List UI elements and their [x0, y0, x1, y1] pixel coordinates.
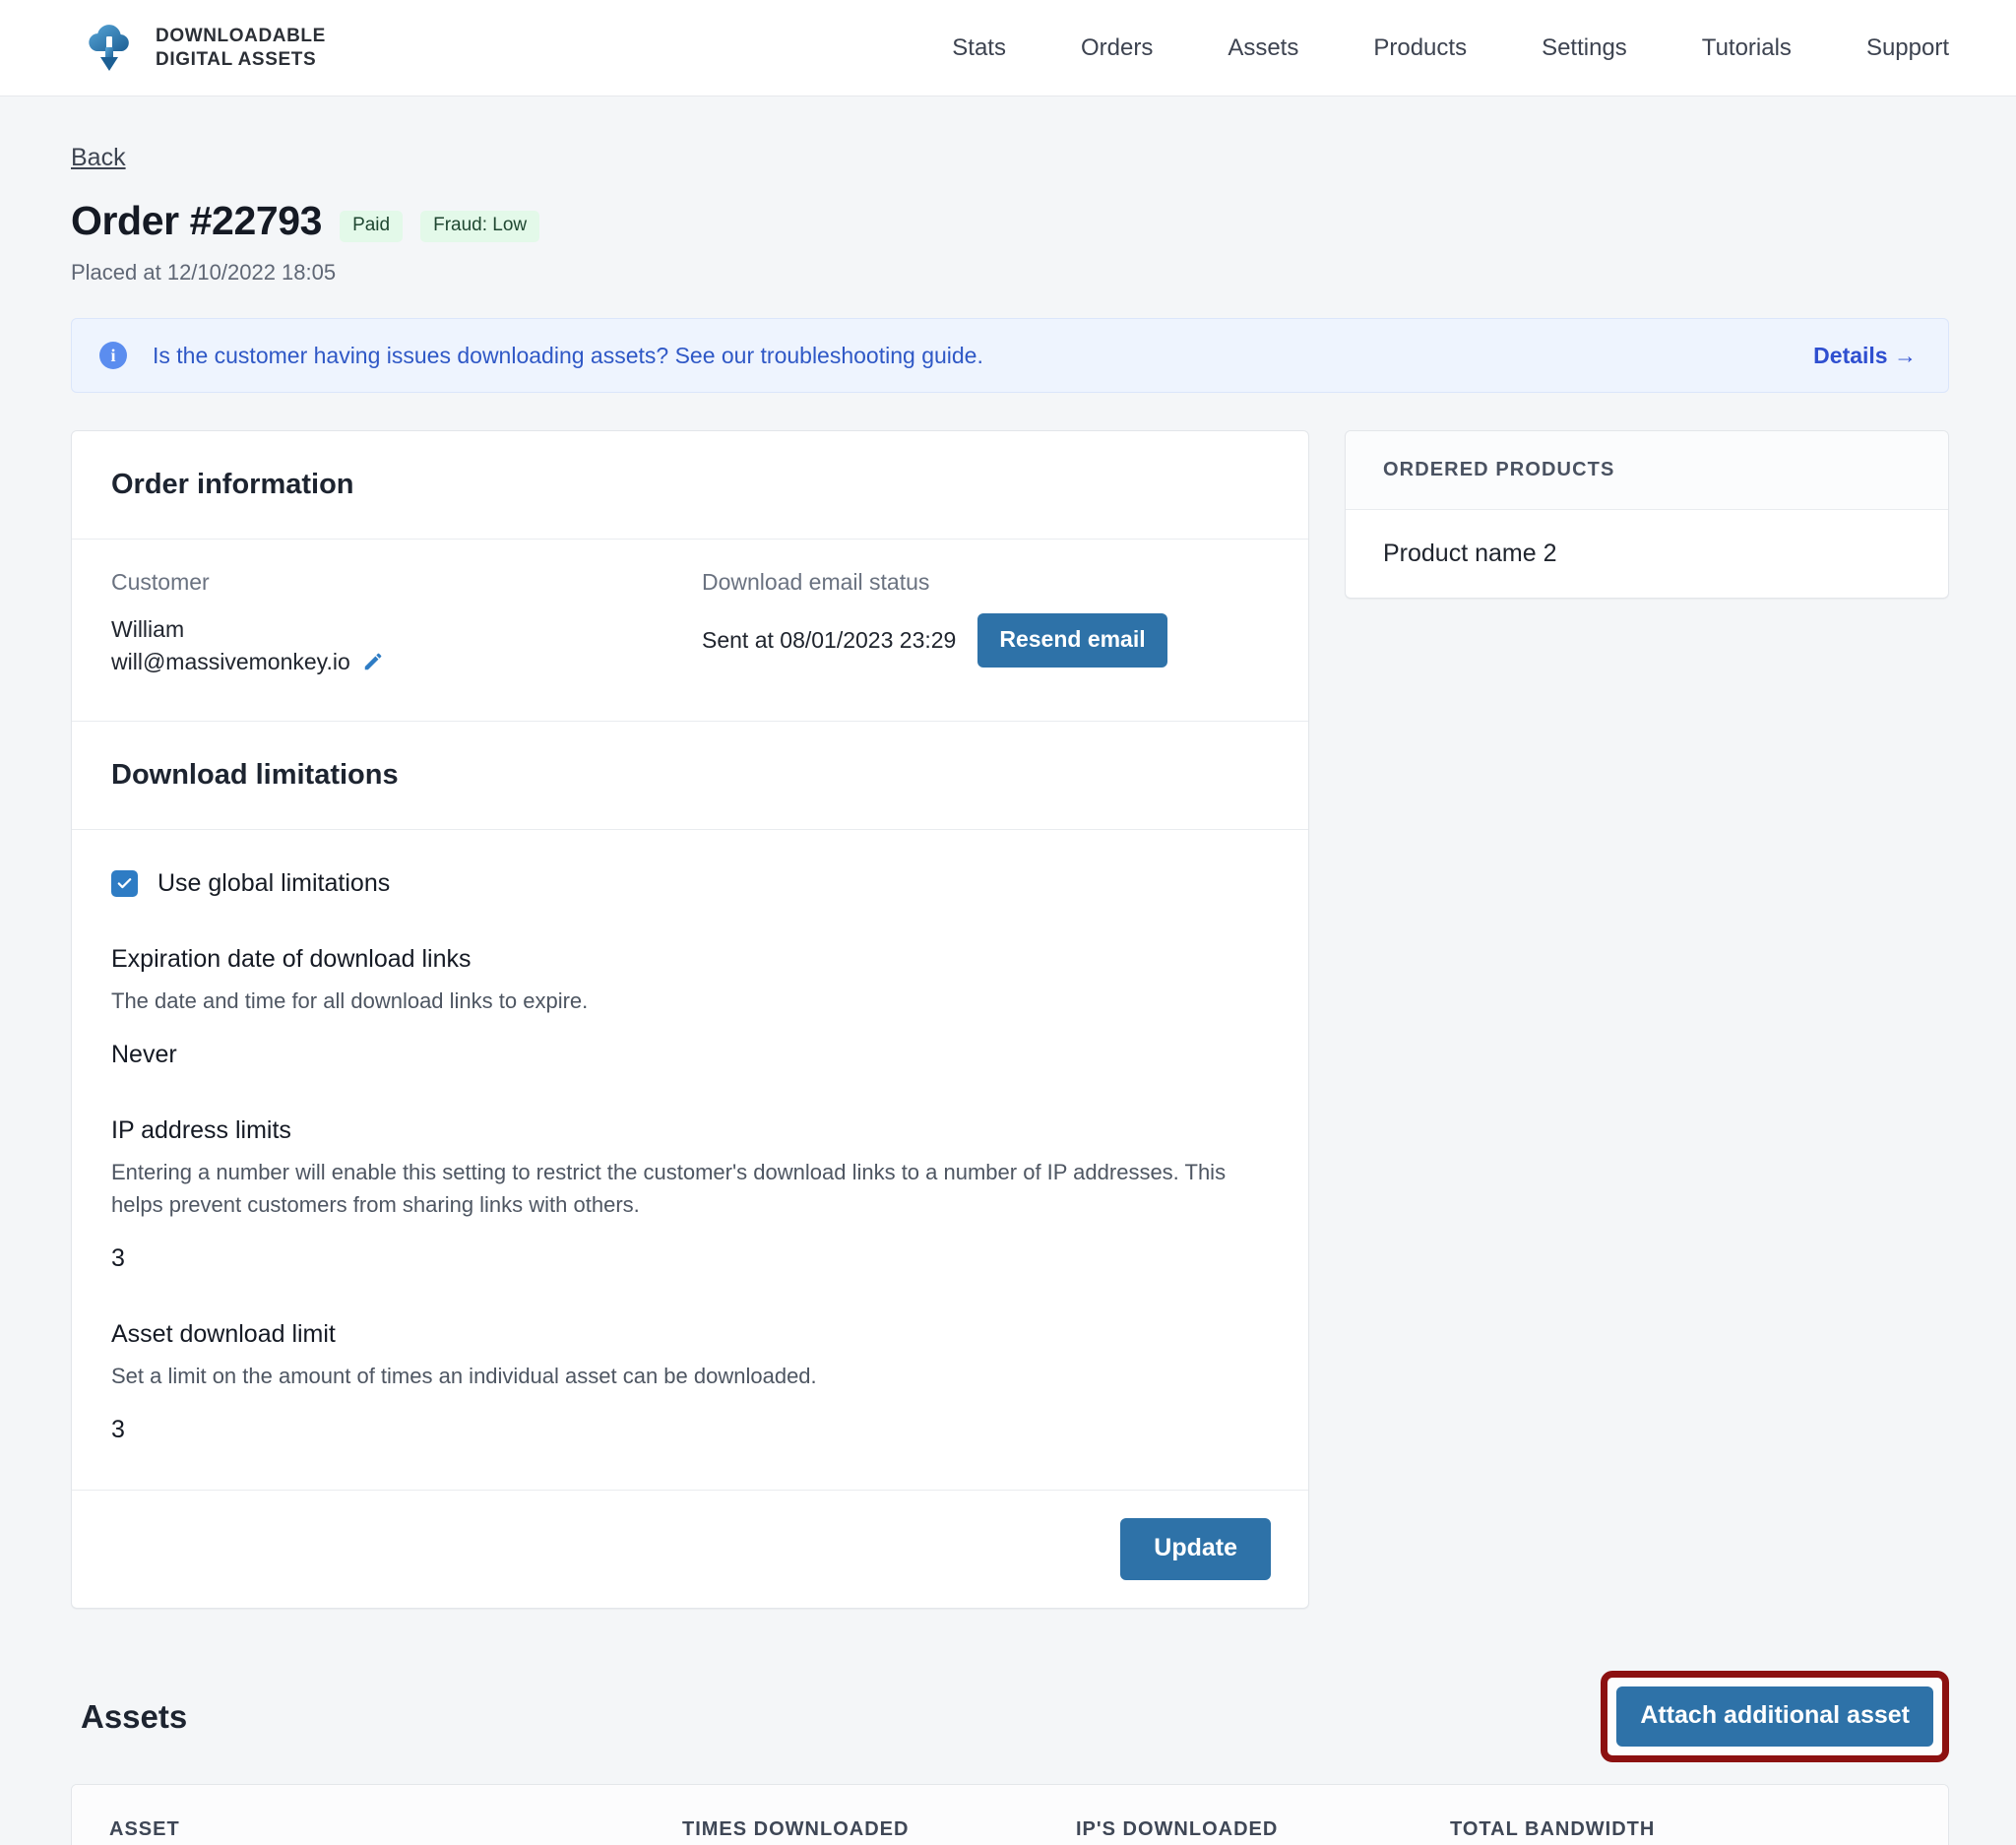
status-badge-paid: Paid	[340, 211, 403, 242]
check-icon	[116, 875, 133, 892]
use-global-limitations-checkbox[interactable]	[111, 870, 138, 897]
email-status-value: Sent at 08/01/2023 23:29	[702, 624, 956, 657]
download-limitations-header: Download limitations	[72, 722, 1308, 829]
page-title: Order #22793	[71, 198, 322, 244]
update-button[interactable]: Update	[1120, 1518, 1271, 1580]
field-value[interactable]: 3	[111, 1416, 1269, 1444]
field-asset-download-limit: Asset download limit Set a limit on the …	[111, 1320, 1269, 1444]
main-columns: Order information Customer William will@…	[71, 430, 1949, 1609]
assets-table-head: ASSET TIMES DOWNLOADED IP'S DOWNLOADED T…	[72, 1785, 1948, 1845]
order-information-card: Order information Customer William will@…	[71, 430, 1309, 1609]
brand-logo-block[interactable]: DOWNLOADABLE DIGITAL ASSETS	[83, 22, 326, 75]
attach-asset-highlight: Attach additional asset	[1601, 1671, 1949, 1762]
brand-name: DOWNLOADABLE DIGITAL ASSETS	[156, 25, 326, 70]
brand-line-2: DIGITAL ASSETS	[156, 48, 326, 71]
nav-item-settings[interactable]: Settings	[1504, 34, 1665, 62]
page-content: Back Order #22793 Paid Fraud: Low Placed…	[0, 96, 2016, 1845]
column-header-asset: ASSET	[72, 1785, 682, 1845]
nav-item-assets[interactable]: Assets	[1190, 34, 1336, 62]
ordered-product-item: Product name 2	[1346, 510, 1948, 598]
use-global-limitations-label: Use global limitations	[158, 869, 390, 898]
ordered-products-header: ORDERED PRODUCTS	[1346, 431, 1948, 510]
field-value[interactable]: Never	[111, 1041, 1269, 1069]
order-detail-page: DOWNLOADABLE DIGITAL ASSETS Stats Orders…	[0, 0, 2016, 1845]
customer-label: Customer	[111, 569, 702, 596]
resend-email-button[interactable]: Resend email	[977, 613, 1166, 668]
column-header-times-downloaded: TIMES DOWNLOADED	[682, 1785, 1076, 1845]
nav-item-support[interactable]: Support	[1829, 34, 1949, 62]
download-limitations-title: Download limitations	[111, 759, 1269, 792]
order-placed-timestamp: Placed at 12/10/2022 18:05	[71, 260, 1949, 286]
email-status-label: Download email status	[702, 569, 1167, 596]
customer-email: will@massivemonkey.io	[111, 646, 350, 678]
order-title-row: Order #22793 Paid Fraud: Low	[71, 198, 1949, 246]
banner-message: Is the customer having issues downloadin…	[153, 343, 983, 369]
field-title: Expiration date of download links	[111, 945, 1269, 974]
side-column: ORDERED PRODUCTS Product name 2	[1345, 430, 1949, 599]
nav-item-tutorials[interactable]: Tutorials	[1665, 34, 1829, 62]
download-limitations-footer: Update	[72, 1491, 1308, 1608]
column-header-ips-downloaded: IP'S DOWNLOADED	[1076, 1785, 1450, 1845]
table-header-row: ASSET TIMES DOWNLOADED IP'S DOWNLOADED T…	[72, 1785, 1948, 1845]
use-global-limitations-row[interactable]: Use global limitations	[111, 869, 1269, 898]
status-badge-fraud: Fraud: Low	[420, 211, 539, 242]
customer-block: Customer William will@massivemonkey.io	[111, 569, 702, 677]
order-information-title: Order information	[111, 469, 1269, 501]
troubleshooting-banner: i Is the customer having issues download…	[71, 318, 1949, 393]
field-description: Entering a number will enable this setti…	[111, 1157, 1269, 1220]
field-title: Asset download limit	[111, 1320, 1269, 1349]
customer-name: William	[111, 613, 702, 646]
field-ip-address-limits: IP address limits Entering a number will…	[111, 1116, 1269, 1272]
field-title: IP address limits	[111, 1116, 1269, 1145]
banner-details-link[interactable]: Details →	[1813, 343, 1917, 369]
field-description: Set a limit on the amount of times an in…	[111, 1361, 1269, 1392]
info-icon: i	[99, 342, 127, 369]
nav-item-orders[interactable]: Orders	[1043, 34, 1190, 62]
pencil-icon[interactable]	[362, 651, 384, 672]
cloud-download-icon	[83, 22, 136, 75]
ordered-products-card: ORDERED PRODUCTS Product name 2	[1345, 430, 1949, 599]
assets-table-card: ASSET TIMES DOWNLOADED IP'S DOWNLOADED T…	[71, 1784, 1949, 1845]
main-nav: Stats Orders Assets Products Settings Tu…	[914, 34, 1949, 62]
nav-item-stats[interactable]: Stats	[914, 34, 1043, 62]
attach-additional-asset-button[interactable]: Attach additional asset	[1616, 1686, 1933, 1747]
field-value[interactable]: 3	[111, 1244, 1269, 1273]
top-navigation-bar: DOWNLOADABLE DIGITAL ASSETS Stats Orders…	[0, 0, 2016, 96]
email-status-block: Download email status Sent at 08/01/2023…	[702, 569, 1167, 677]
email-status-row: Sent at 08/01/2023 23:29 Resend email	[702, 613, 1167, 668]
nav-item-products[interactable]: Products	[1336, 34, 1504, 62]
field-description: The date and time for all download links…	[111, 986, 1269, 1017]
order-information-header: Order information	[72, 431, 1308, 539]
download-limitations-body: Use global limitations Expiration date o…	[72, 830, 1308, 1489]
assets-header: Assets Attach additional asset	[71, 1670, 1949, 1764]
column-header-total-bandwidth: TOTAL BANDWIDTH	[1450, 1785, 1948, 1845]
brand-line-1: DOWNLOADABLE	[156, 25, 326, 47]
field-expiration-date: Expiration date of download links The da…	[111, 945, 1269, 1069]
main-column: Order information Customer William will@…	[71, 430, 1309, 1609]
order-information-body: Customer William will@massivemonkey.io D…	[72, 540, 1308, 721]
back-link[interactable]: Back	[71, 144, 126, 172]
customer-email-row: will@massivemonkey.io	[111, 646, 702, 678]
assets-table: ASSET TIMES DOWNLOADED IP'S DOWNLOADED T…	[72, 1785, 1948, 1845]
assets-title: Assets	[81, 1698, 187, 1736]
